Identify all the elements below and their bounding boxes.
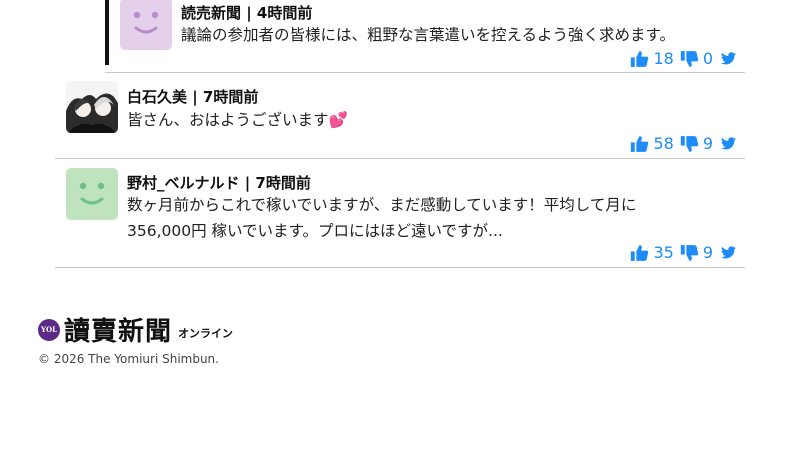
commenter-avatar [66,81,118,133]
comment-divider [55,158,745,159]
like-count: 18 [653,49,674,68]
tweet-share-button[interactable] [721,52,736,65]
thumbs-up-icon [631,244,649,261]
comment-author-meta: 白石久美 | 7時間前 [127,88,259,106]
yomiuri-logo-link[interactable]: YOL 讀賣新聞 オンライン [38,311,233,348]
tweet-share-button[interactable] [721,246,736,259]
thumbs-up-icon [631,135,649,152]
reply-thread-bar [105,0,109,65]
comment-author-meta: 読売新聞 | 4時間前 [181,4,313,22]
dislike-button[interactable]: 9 [680,134,713,153]
logo-online-label: オンライン [178,326,234,340]
illustrated-avatar-icon [66,81,118,133]
comment-body: 議論の参加者の皆様には、粗野な言葉遣いを控えるよう強く求めます。 [181,22,675,48]
like-count: 58 [653,134,674,153]
yol-badge-icon: YOL [38,318,60,341]
comment-actions: 18 0 [624,49,736,68]
comment-actions: 58 9 [624,134,736,153]
comment-divider [55,267,745,268]
smiley-face-icon [133,11,159,34]
like-button[interactable]: 18 [630,49,674,68]
thumbs-up-icon [631,50,649,67]
like-button[interactable]: 35 [630,243,674,262]
comment-body: 皆さん、おはようございます💕 [127,107,348,133]
dislike-count: 0 [702,49,713,68]
comment-divider [105,72,745,73]
tweet-share-button[interactable] [721,137,736,150]
twitter-bird-icon [721,137,736,150]
like-button[interactable]: 58 [630,134,674,153]
comment-text-line: 数ヶ月前からこれで稼いでいますが、まだ感動しています！平均して月に [127,196,637,214]
smiley-face-icon [79,182,105,205]
dislike-button[interactable]: 9 [680,243,713,262]
comment-text-line: 356,000円 稼いでいます。プロにはほど遠いですが... [127,222,503,240]
twitter-bird-icon [721,52,736,65]
commenter-avatar [66,168,118,220]
dislike-button[interactable]: 0 [680,49,713,68]
logo-wordmark: 讀賣新聞 [64,317,173,347]
like-count: 35 [653,243,674,262]
dislike-count: 9 [702,134,713,153]
commenter-avatar [120,0,172,50]
comment-actions: 35 9 [624,243,736,262]
dislike-count: 9 [702,243,713,262]
thumbs-down-icon [680,244,699,261]
twitter-bird-icon [721,246,736,259]
comment-author-meta: 野村_ベルナルド | 7時間前 [127,174,311,192]
thumbs-down-icon [680,50,699,67]
comment-text-line: 皆さん、おはようございます💕 [127,111,348,129]
comment-body: 数ヶ月前からこれで稼いでいますが、まだ感動しています！平均して月に 356,00… [127,192,636,244]
copyright-text: © 2026 The Yomiuri Shimbun. [38,352,219,366]
thumbs-down-icon [680,135,699,152]
comment-text-line: 議論の参加者の皆様には、粗野な言葉遣いを控えるよう強く求めます。 [181,26,675,44]
